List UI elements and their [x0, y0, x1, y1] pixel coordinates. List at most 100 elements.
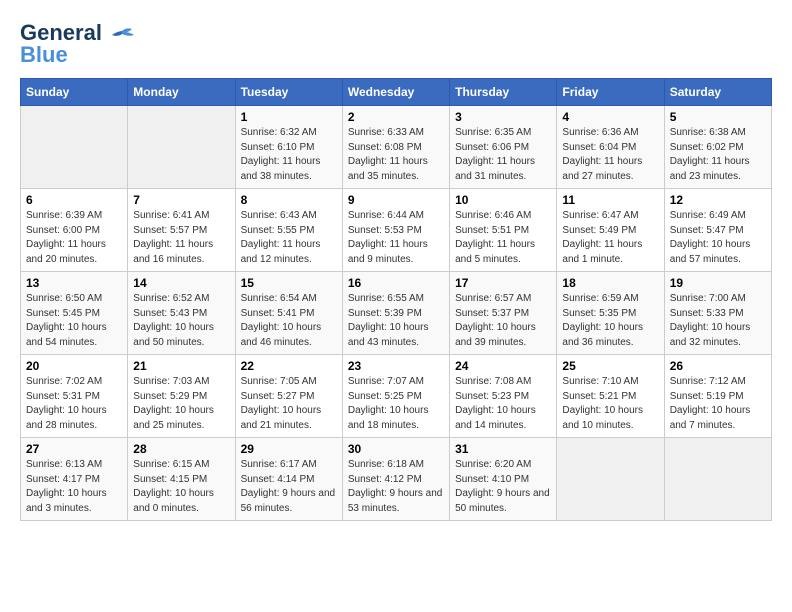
day-info: Sunrise: 7:00 AM Sunset: 5:33 PM Dayligh… — [670, 292, 766, 350]
week-row-5: 27 Sunrise: 6:13 AM Sunset: 4:17 PM Dayl… — [21, 438, 772, 521]
logo-blue: Blue — [20, 42, 68, 68]
day-number: 23 — [348, 359, 444, 373]
day-info: Sunrise: 6:17 AM Sunset: 4:14 PM Dayligh… — [241, 458, 337, 516]
calendar-cell: 17 Sunrise: 6:57 AM Sunset: 5:37 PM Dayl… — [450, 272, 557, 355]
day-info: Sunrise: 7:02 AM Sunset: 5:31 PM Dayligh… — [26, 375, 122, 433]
calendar-cell: 27 Sunrise: 6:13 AM Sunset: 4:17 PM Dayl… — [21, 438, 128, 521]
day-info: Sunrise: 6:35 AM Sunset: 6:06 PM Dayligh… — [455, 126, 551, 184]
header-row: SundayMondayTuesdayWednesdayThursdayFrid… — [21, 79, 772, 106]
col-header-wednesday: Wednesday — [342, 79, 449, 106]
calendar-table: SundayMondayTuesdayWednesdayThursdayFrid… — [20, 78, 772, 521]
day-number: 3 — [455, 110, 551, 124]
calendar-cell: 16 Sunrise: 6:55 AM Sunset: 5:39 PM Dayl… — [342, 272, 449, 355]
calendar-cell: 31 Sunrise: 6:20 AM Sunset: 4:10 PM Dayl… — [450, 438, 557, 521]
day-number: 22 — [241, 359, 337, 373]
day-info: Sunrise: 6:44 AM Sunset: 5:53 PM Dayligh… — [348, 209, 444, 267]
day-info: Sunrise: 6:33 AM Sunset: 6:08 PM Dayligh… — [348, 126, 444, 184]
day-info: Sunrise: 6:59 AM Sunset: 5:35 PM Dayligh… — [562, 292, 658, 350]
day-number: 4 — [562, 110, 658, 124]
day-number: 17 — [455, 276, 551, 290]
week-row-1: 1 Sunrise: 6:32 AM Sunset: 6:10 PM Dayli… — [21, 106, 772, 189]
calendar-cell: 19 Sunrise: 7:00 AM Sunset: 5:33 PM Dayl… — [664, 272, 771, 355]
day-info: Sunrise: 6:20 AM Sunset: 4:10 PM Dayligh… — [455, 458, 551, 516]
calendar-cell: 15 Sunrise: 6:54 AM Sunset: 5:41 PM Dayl… — [235, 272, 342, 355]
day-info: Sunrise: 6:57 AM Sunset: 5:37 PM Dayligh… — [455, 292, 551, 350]
calendar-cell — [21, 106, 128, 189]
calendar-cell: 21 Sunrise: 7:03 AM Sunset: 5:29 PM Dayl… — [128, 355, 235, 438]
calendar-cell — [664, 438, 771, 521]
day-info: Sunrise: 6:55 AM Sunset: 5:39 PM Dayligh… — [348, 292, 444, 350]
calendar-cell: 12 Sunrise: 6:49 AM Sunset: 5:47 PM Dayl… — [664, 189, 771, 272]
day-info: Sunrise: 6:13 AM Sunset: 4:17 PM Dayligh… — [26, 458, 122, 516]
page-header: General Blue — [20, 20, 772, 68]
day-number: 14 — [133, 276, 229, 290]
day-number: 1 — [241, 110, 337, 124]
day-info: Sunrise: 6:47 AM Sunset: 5:49 PM Dayligh… — [562, 209, 658, 267]
calendar-cell: 23 Sunrise: 7:07 AM Sunset: 5:25 PM Dayl… — [342, 355, 449, 438]
col-header-saturday: Saturday — [664, 79, 771, 106]
day-info: Sunrise: 6:52 AM Sunset: 5:43 PM Dayligh… — [133, 292, 229, 350]
day-number: 21 — [133, 359, 229, 373]
week-row-2: 6 Sunrise: 6:39 AM Sunset: 6:00 PM Dayli… — [21, 189, 772, 272]
col-header-monday: Monday — [128, 79, 235, 106]
day-number: 11 — [562, 193, 658, 207]
calendar-cell: 5 Sunrise: 6:38 AM Sunset: 6:02 PM Dayli… — [664, 106, 771, 189]
day-number: 12 — [670, 193, 766, 207]
day-info: Sunrise: 6:50 AM Sunset: 5:45 PM Dayligh… — [26, 292, 122, 350]
calendar-cell: 26 Sunrise: 7:12 AM Sunset: 5:19 PM Dayl… — [664, 355, 771, 438]
day-info: Sunrise: 7:10 AM Sunset: 5:21 PM Dayligh… — [562, 375, 658, 433]
calendar-cell: 14 Sunrise: 6:52 AM Sunset: 5:43 PM Dayl… — [128, 272, 235, 355]
day-number: 9 — [348, 193, 444, 207]
day-number: 10 — [455, 193, 551, 207]
day-info: Sunrise: 7:03 AM Sunset: 5:29 PM Dayligh… — [133, 375, 229, 433]
calendar-cell: 28 Sunrise: 6:15 AM Sunset: 4:15 PM Dayl… — [128, 438, 235, 521]
day-info: Sunrise: 6:36 AM Sunset: 6:04 PM Dayligh… — [562, 126, 658, 184]
calendar-cell: 10 Sunrise: 6:46 AM Sunset: 5:51 PM Dayl… — [450, 189, 557, 272]
col-header-sunday: Sunday — [21, 79, 128, 106]
day-number: 7 — [133, 193, 229, 207]
day-number: 5 — [670, 110, 766, 124]
calendar-cell — [128, 106, 235, 189]
day-number: 28 — [133, 442, 229, 456]
calendar-cell: 1 Sunrise: 6:32 AM Sunset: 6:10 PM Dayli… — [235, 106, 342, 189]
calendar-cell: 24 Sunrise: 7:08 AM Sunset: 5:23 PM Dayl… — [450, 355, 557, 438]
day-number: 6 — [26, 193, 122, 207]
calendar-cell: 11 Sunrise: 6:47 AM Sunset: 5:49 PM Dayl… — [557, 189, 664, 272]
day-info: Sunrise: 6:46 AM Sunset: 5:51 PM Dayligh… — [455, 209, 551, 267]
day-number: 13 — [26, 276, 122, 290]
day-number: 31 — [455, 442, 551, 456]
day-number: 24 — [455, 359, 551, 373]
day-info: Sunrise: 7:08 AM Sunset: 5:23 PM Dayligh… — [455, 375, 551, 433]
col-header-friday: Friday — [557, 79, 664, 106]
day-number: 25 — [562, 359, 658, 373]
calendar-cell: 8 Sunrise: 6:43 AM Sunset: 5:55 PM Dayli… — [235, 189, 342, 272]
logo: General Blue — [20, 20, 136, 68]
week-row-3: 13 Sunrise: 6:50 AM Sunset: 5:45 PM Dayl… — [21, 272, 772, 355]
calendar-cell: 30 Sunrise: 6:18 AM Sunset: 4:12 PM Dayl… — [342, 438, 449, 521]
day-number: 20 — [26, 359, 122, 373]
logo-bird-icon — [108, 27, 136, 45]
day-number: 26 — [670, 359, 766, 373]
day-number: 2 — [348, 110, 444, 124]
calendar-cell: 29 Sunrise: 6:17 AM Sunset: 4:14 PM Dayl… — [235, 438, 342, 521]
day-info: Sunrise: 6:15 AM Sunset: 4:15 PM Dayligh… — [133, 458, 229, 516]
day-info: Sunrise: 7:05 AM Sunset: 5:27 PM Dayligh… — [241, 375, 337, 433]
calendar-cell: 4 Sunrise: 6:36 AM Sunset: 6:04 PM Dayli… — [557, 106, 664, 189]
day-number: 27 — [26, 442, 122, 456]
day-info: Sunrise: 7:07 AM Sunset: 5:25 PM Dayligh… — [348, 375, 444, 433]
day-info: Sunrise: 6:54 AM Sunset: 5:41 PM Dayligh… — [241, 292, 337, 350]
day-number: 15 — [241, 276, 337, 290]
day-info: Sunrise: 6:41 AM Sunset: 5:57 PM Dayligh… — [133, 209, 229, 267]
day-info: Sunrise: 6:38 AM Sunset: 6:02 PM Dayligh… — [670, 126, 766, 184]
day-info: Sunrise: 7:12 AM Sunset: 5:19 PM Dayligh… — [670, 375, 766, 433]
day-number: 18 — [562, 276, 658, 290]
day-number: 29 — [241, 442, 337, 456]
calendar-cell: 9 Sunrise: 6:44 AM Sunset: 5:53 PM Dayli… — [342, 189, 449, 272]
calendar-cell: 13 Sunrise: 6:50 AM Sunset: 5:45 PM Dayl… — [21, 272, 128, 355]
day-number: 8 — [241, 193, 337, 207]
calendar-cell: 20 Sunrise: 7:02 AM Sunset: 5:31 PM Dayl… — [21, 355, 128, 438]
calendar-cell: 2 Sunrise: 6:33 AM Sunset: 6:08 PM Dayli… — [342, 106, 449, 189]
calendar-cell: 7 Sunrise: 6:41 AM Sunset: 5:57 PM Dayli… — [128, 189, 235, 272]
col-header-tuesday: Tuesday — [235, 79, 342, 106]
day-info: Sunrise: 6:18 AM Sunset: 4:12 PM Dayligh… — [348, 458, 444, 516]
